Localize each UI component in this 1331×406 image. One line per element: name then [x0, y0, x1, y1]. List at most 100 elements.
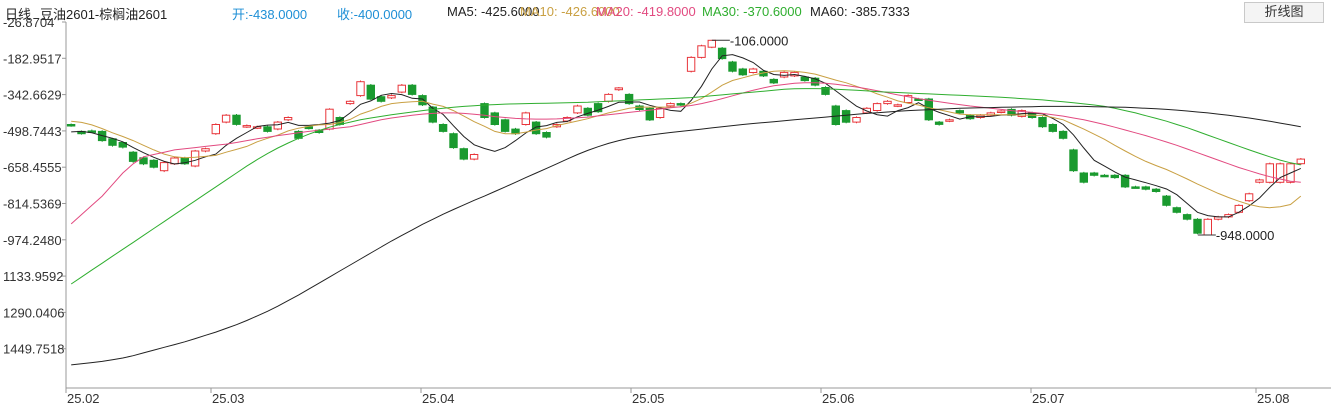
candle-up — [707, 39, 716, 48]
y-tick-label: 1133.9592 — [3, 269, 64, 284]
candle-down — [418, 95, 427, 106]
candle-up — [283, 117, 293, 121]
x-tick-label: 25.02 — [67, 391, 100, 406]
y-tick-label: -26.8704 — [3, 15, 54, 30]
candle-up — [1244, 193, 1254, 202]
candle-up — [748, 68, 758, 73]
candle-up — [604, 93, 613, 102]
y-tick-label: 1449.7518 — [3, 342, 64, 357]
candle-down — [149, 159, 159, 168]
candle-up — [1203, 218, 1212, 236]
candle-up — [387, 95, 396, 99]
candle-down — [1079, 172, 1088, 183]
y-tick-label: -182.9517 — [3, 51, 62, 66]
candle-down — [728, 61, 737, 72]
candle-down — [1048, 124, 1057, 132]
candle-down — [438, 124, 448, 132]
candle-down — [1110, 174, 1119, 179]
ma-line-ma30 — [70, 88, 1301, 285]
moving-average-lines — [70, 54, 1302, 366]
candle-down — [1141, 186, 1150, 190]
y-tick-label: -342.6629 — [3, 88, 62, 103]
candle-down — [955, 110, 964, 114]
candle-down — [1151, 188, 1161, 192]
candle-down — [531, 121, 541, 135]
candle-up — [397, 84, 407, 93]
candle-down — [717, 47, 727, 60]
candle-down — [1182, 214, 1192, 220]
candle-down — [1162, 195, 1171, 206]
candle-down — [1058, 130, 1068, 139]
candles — [66, 39, 1305, 236]
candle-up — [469, 154, 479, 160]
y-tick-label: -814.5369 — [3, 197, 62, 212]
candle-down — [407, 84, 417, 95]
candle-down — [108, 138, 117, 146]
x-tick-label: 25.08 — [1257, 391, 1290, 406]
candle-down — [1193, 218, 1202, 234]
candle-down — [676, 103, 685, 106]
candle-down — [934, 121, 944, 125]
candle-up — [190, 150, 200, 167]
y-tick-label: -658.4555 — [3, 160, 62, 175]
candle-up — [852, 117, 861, 123]
high-annotation: -106.0000 — [730, 33, 789, 48]
candle-down — [542, 132, 551, 138]
candle-down — [490, 112, 500, 126]
candle-up — [159, 162, 169, 172]
candle-up — [686, 56, 696, 72]
candle-up — [872, 103, 882, 111]
x-tick-label: 25.07 — [1032, 391, 1065, 406]
candle-down — [1172, 207, 1181, 213]
candle-up — [242, 125, 252, 128]
x-tick-label: 25.04 — [422, 391, 455, 406]
candle-down — [263, 126, 272, 132]
y-axis: -26.8704 -182.9517 -342.6629 -498.7443 -658.… — [3, 15, 67, 388]
ma-line-ma5 — [71, 54, 1302, 218]
candle-down — [500, 119, 510, 132]
candle-up — [1255, 179, 1264, 183]
candle-up — [345, 100, 355, 105]
candle-up — [883, 100, 892, 105]
candle-down — [449, 133, 458, 149]
ma-line-ma20 — [70, 82, 1301, 225]
candle-up — [356, 81, 365, 97]
candle-down — [376, 96, 386, 102]
candle-up — [1265, 163, 1274, 183]
candle-up — [201, 148, 210, 152]
x-tick-label: 25.06 — [822, 391, 855, 406]
candle-down — [459, 148, 469, 160]
candle-down — [128, 151, 138, 162]
candle-up — [666, 103, 675, 107]
candle-down — [738, 68, 747, 76]
candle-up — [614, 87, 623, 91]
candle-up — [573, 105, 582, 114]
candle-up — [1296, 158, 1305, 165]
candle-up — [996, 110, 1006, 113]
candle-down — [1069, 149, 1078, 172]
y-tick-label: -974.2480 — [3, 233, 62, 248]
candle-down — [841, 110, 851, 123]
y-tick-label: -498.7443 — [3, 124, 62, 139]
candle-up — [221, 114, 231, 123]
x-axis: 25.02 25.03 25.04 25.05 25.06 25.07 25.08 — [65, 387, 1331, 406]
candle-up — [893, 104, 902, 107]
candle-down — [1089, 172, 1099, 176]
candle-down — [366, 84, 376, 100]
candle-up — [211, 124, 221, 135]
annotations: -106.0000 -948.0000 — [711, 33, 1275, 243]
candle-down — [1131, 186, 1140, 189]
candle-down — [831, 105, 840, 125]
candle-down — [1038, 117, 1047, 128]
candle-down — [769, 78, 778, 84]
candle-up — [273, 121, 283, 130]
candle-down — [800, 76, 809, 82]
ma-line-ma60 — [71, 105, 1301, 366]
candle-down — [1100, 174, 1109, 178]
x-tick-label: 25.05 — [632, 391, 665, 406]
candle-down — [232, 114, 241, 125]
low-annotation: -948.0000 — [1216, 228, 1275, 243]
y-tick-label: 1290.0406 — [3, 305, 64, 320]
x-tick-label: 25.03 — [212, 391, 245, 406]
candlestick-chart: -26.8704 -182.9517 -342.6629 -498.7443 -658.… — [3, 15, 1331, 406]
